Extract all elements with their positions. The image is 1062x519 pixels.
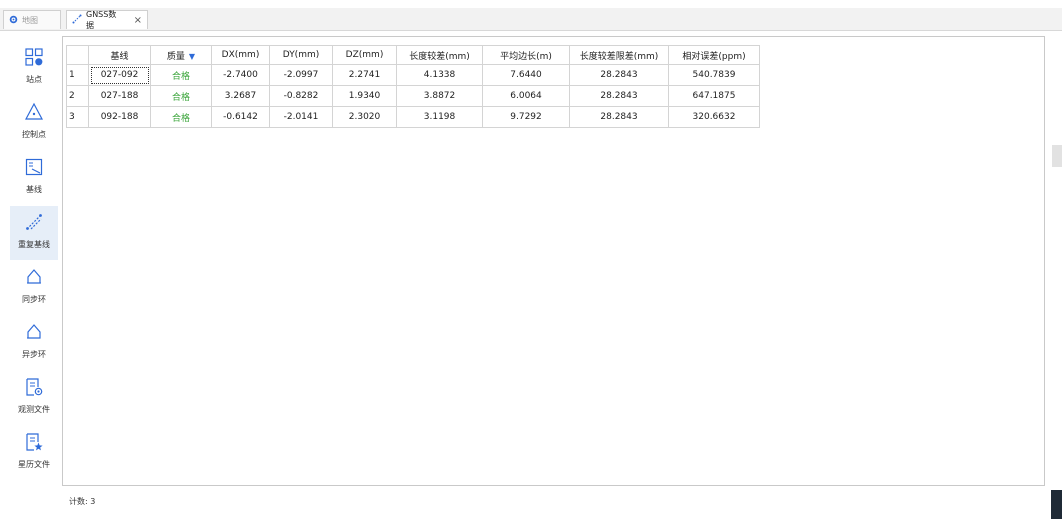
cell-length-diff[interactable]: 3.8872	[396, 85, 483, 107]
sidebar-item-station[interactable]: 站点	[10, 41, 58, 95]
cell-baseline[interactable]: 027-092	[88, 64, 151, 86]
row-index: 3	[66, 106, 89, 128]
cell-avg-length[interactable]: 7.6440	[482, 64, 570, 86]
close-icon[interactable]: ×	[134, 15, 142, 26]
sidebar-item-control-point[interactable]: 控制点	[10, 96, 58, 150]
sidebar-item-async-loop[interactable]: 异步环	[10, 316, 58, 370]
tab-label: GNSS数据	[86, 10, 117, 30]
row-index: 2	[66, 85, 89, 107]
cell-dz[interactable]: 1.9340	[332, 85, 397, 107]
cell-quality[interactable]: 合格	[150, 85, 212, 107]
column-header-dy[interactable]: DY(mm)	[269, 45, 333, 65]
table-row[interactable]: 2 027-188 合格 3.2687 -0.8282 1.9340 3.887…	[66, 85, 760, 107]
cell-length-diff[interactable]: 3.1198	[396, 106, 483, 128]
gear-icon	[9, 15, 18, 26]
tab-gnss-data[interactable]: GNSS数据 ×	[66, 10, 148, 30]
cell-length-diff-limit[interactable]: 28.2843	[569, 106, 669, 128]
column-header-index[interactable]	[66, 45, 89, 65]
cell-dx[interactable]: -0.6142	[211, 106, 270, 128]
filter-dropdown-icon[interactable]: ▼	[189, 52, 195, 61]
cell-length-diff-limit[interactable]: 28.2843	[569, 64, 669, 86]
cell-quality[interactable]: 合格	[150, 64, 212, 86]
sidebar-item-label: 基线	[26, 185, 42, 194]
sidebar-item-label: 星历文件	[18, 460, 50, 469]
corner-block	[1051, 490, 1062, 519]
data-panel: 基线 质量 ▼ DX(mm) DY(mm) DZ(mm) 长度较差(mm) 平均边…	[62, 36, 1045, 486]
cell-dz[interactable]: 2.2741	[332, 64, 397, 86]
column-header-avg-length[interactable]: 平均边长(m)	[482, 45, 570, 65]
sidebar-item-label: 观测文件	[18, 405, 50, 414]
baseline-icon	[72, 14, 82, 26]
cell-length-diff[interactable]: 4.1338	[396, 64, 483, 86]
table-row[interactable]: 1 027-092 合格 -2.7400 -2.0997 2.2741 4.13…	[66, 64, 760, 86]
cell-baseline[interactable]: 092-188	[88, 106, 151, 128]
column-header-baseline[interactable]: 基线	[88, 45, 151, 65]
cell-relative-error[interactable]: 540.7839	[668, 64, 760, 86]
sync-loop-icon	[24, 267, 44, 290]
tab-bar: 地图 GNSS数据 ×	[0, 8, 1062, 31]
cell-dy[interactable]: -2.0141	[269, 106, 333, 128]
sidebar-item-ephemeris-file[interactable]: 星历文件	[10, 426, 58, 480]
cell-avg-length[interactable]: 6.0064	[482, 85, 570, 107]
repeat-baseline-table: 基线 质量 ▼ DX(mm) DY(mm) DZ(mm) 长度较差(mm) 平均边…	[66, 45, 760, 128]
async-loop-icon	[24, 322, 44, 345]
ephemeris-file-icon	[24, 432, 44, 455]
tab-label: 地图	[22, 15, 38, 25]
scrollbar[interactable]	[1052, 145, 1062, 167]
table-row[interactable]: 3 092-188 合格 -0.6142 -2.0141 2.3020 3.11…	[66, 106, 760, 128]
sidebar-item-sync-loop[interactable]: 同步环	[10, 261, 58, 315]
cell-dx[interactable]: 3.2687	[211, 85, 270, 107]
column-header-length-diff-limit[interactable]: 长度较差限差(mm)	[569, 45, 669, 65]
station-icon	[24, 47, 44, 70]
cell-dx[interactable]: -2.7400	[211, 64, 270, 86]
sidebar-item-label: 同步环	[22, 295, 46, 304]
column-header-dz[interactable]: DZ(mm)	[332, 45, 397, 65]
sidebar-item-label: 重复基线	[18, 240, 50, 249]
sidebar-item-baseline[interactable]: 基线	[10, 151, 58, 205]
column-header-length-diff[interactable]: 长度较差(mm)	[396, 45, 483, 65]
cell-dy[interactable]: -0.8282	[269, 85, 333, 107]
cell-dz[interactable]: 2.3020	[332, 106, 397, 128]
sidebar-item-observation-file[interactable]: 观测文件	[10, 371, 58, 425]
column-header-dx[interactable]: DX(mm)	[211, 45, 270, 65]
column-header-quality[interactable]: 质量 ▼	[150, 45, 212, 65]
cell-length-diff-limit[interactable]: 28.2843	[569, 85, 669, 107]
sidebar-item-label: 控制点	[22, 130, 46, 139]
sidebar: 站点 控制点 基线 重复基线 同步环 异步环 观测文件 星历文件	[10, 36, 60, 482]
cell-relative-error[interactable]: 647.1875	[668, 85, 760, 107]
cell-relative-error[interactable]: 320.6632	[668, 106, 760, 128]
sidebar-item-repeat-baseline[interactable]: 重复基线	[10, 206, 58, 260]
cell-baseline[interactable]: 027-188	[88, 85, 151, 107]
baseline-list-icon	[24, 157, 44, 180]
table-header-row: 基线 质量 ▼ DX(mm) DY(mm) DZ(mm) 长度较差(mm) 平均边…	[66, 45, 760, 65]
tab-map[interactable]: 地图	[3, 10, 61, 29]
repeat-baseline-icon	[24, 212, 44, 235]
control-point-icon	[24, 102, 44, 125]
row-count-status: 计数: 3	[69, 497, 96, 506]
observation-file-icon	[24, 377, 44, 400]
column-header-label: 质量	[166, 51, 185, 62]
sidebar-item-label: 异步环	[22, 350, 46, 359]
cell-dy[interactable]: -2.0997	[269, 64, 333, 86]
column-header-relative-error[interactable]: 相对误差(ppm)	[668, 45, 760, 65]
sidebar-item-label: 站点	[26, 75, 42, 84]
cell-avg-length[interactable]: 9.7292	[482, 106, 570, 128]
cell-quality[interactable]: 合格	[150, 106, 212, 128]
row-index: 1	[66, 64, 89, 86]
